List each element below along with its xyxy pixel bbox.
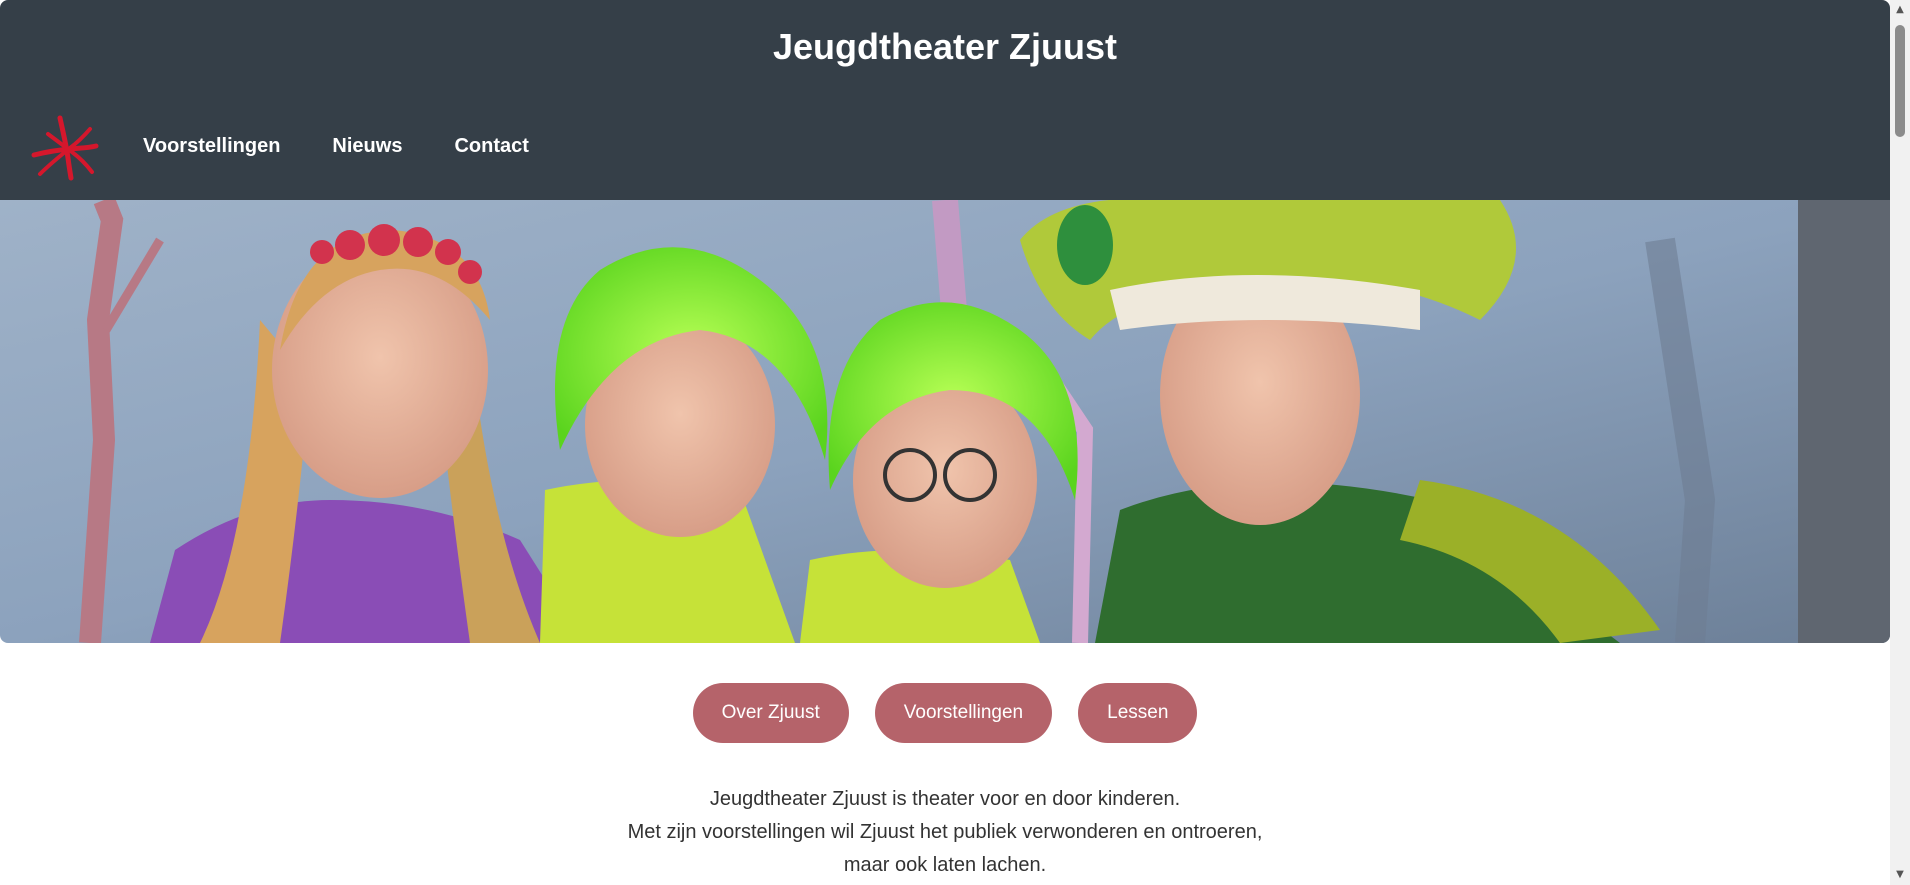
page: Jeugdtheater Zjuust Voorstellingen Nieuw… xyxy=(0,0,1890,885)
intro-line: Met zijn voorstellingen wil Zjuust het p… xyxy=(627,821,1263,843)
vertical-scrollbar[interactable]: ▲ ▼ xyxy=(1890,0,1910,885)
main-navigation: Voorstellingen Nieuws Contact xyxy=(143,135,529,158)
scroll-down-arrow-icon[interactable]: ▼ xyxy=(1890,867,1910,883)
lessen-button[interactable]: Lessen xyxy=(1078,683,1198,743)
site-header: Jeugdtheater Zjuust Voorstellingen Nieuw… xyxy=(0,0,1890,200)
intro-line: maar ook laten lachen. xyxy=(843,854,1047,876)
voorstellingen-button[interactable]: Voorstellingen xyxy=(874,683,1053,743)
nav-item-nieuws[interactable]: Nieuws xyxy=(332,135,402,158)
over-zjuust-button[interactable]: Over Zjuust xyxy=(692,683,849,743)
scrollbar-thumb[interactable] xyxy=(1895,25,1905,137)
site-title: Jeugdtheater Zjuust xyxy=(772,26,1118,67)
intro-line: Jeugdtheater Zjuust is theater voor en d… xyxy=(709,788,1181,810)
intro-text: Jeugdtheater Zjuust is theater voor en d… xyxy=(0,783,1890,882)
zjuust-logo-icon[interactable] xyxy=(30,112,102,184)
scroll-up-arrow-icon[interactable]: ▲ xyxy=(1890,2,1910,18)
nav-item-voorstellingen[interactable]: Voorstellingen xyxy=(143,135,280,158)
quick-links: Over Zjuust Voorstellingen Lessen xyxy=(0,683,1890,743)
nav-item-contact[interactable]: Contact xyxy=(454,135,528,158)
hero-photo xyxy=(0,200,1890,643)
browser-viewport: Jeugdtheater Zjuust Voorstellingen Nieuw… xyxy=(0,0,1910,885)
